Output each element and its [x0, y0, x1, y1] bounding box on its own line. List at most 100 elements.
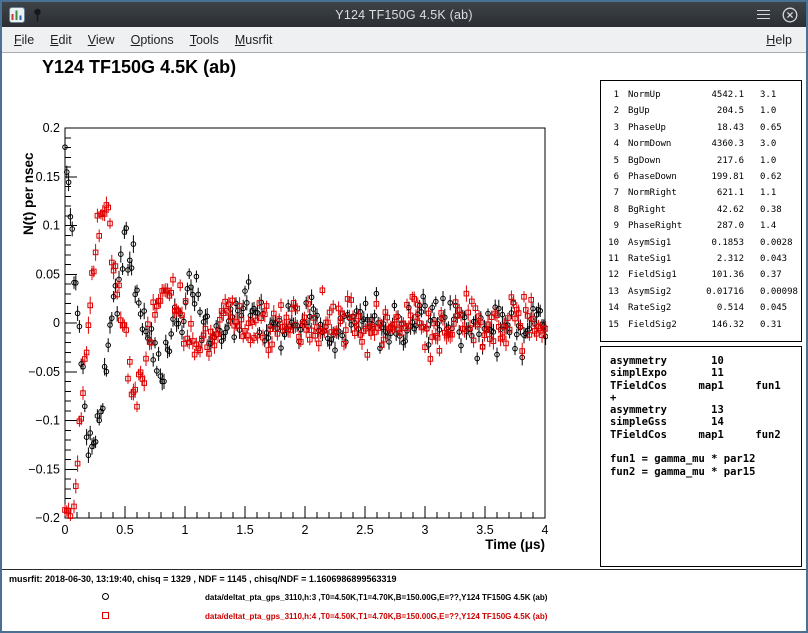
titlebar-left: [9, 2, 43, 27]
theory-line: asymmetry 10: [610, 355, 801, 367]
pin-icon[interactable]: [32, 8, 43, 22]
app-icon: [9, 7, 25, 23]
parameter-number: 14: [605, 300, 619, 316]
parameter-number: 8: [605, 202, 619, 218]
svg-text:4: 4: [542, 523, 549, 537]
svg-text:−0.15: −0.15: [28, 462, 60, 476]
parameter-number: 7: [605, 185, 619, 201]
fit-status: musrfit: 2018-06-30, 13:19:40, chisq = 1…: [9, 574, 396, 584]
parameter-row: 11 RateSig1 2.312 0.043: [605, 251, 801, 267]
parameter-row: 14 RateSig2 0.514 0.045: [605, 300, 801, 316]
parameter-error: 0.00098: [760, 284, 798, 300]
parameter-row: 1 NormUp 4542.1 3.1: [605, 87, 801, 103]
parameter-name: AsymSig1: [628, 235, 690, 251]
parameter-error: 3.1: [760, 87, 776, 103]
parameter-number: 6: [605, 169, 619, 185]
parameter-value: 204.5: [690, 103, 744, 119]
close-button[interactable]: [782, 7, 798, 23]
theory-line: TFieldCos map1 fun2: [610, 429, 801, 441]
parameter-name: FieldSig1: [628, 267, 690, 283]
parameter-error: 1.1: [760, 185, 776, 201]
svg-text:0.15: 0.15: [36, 170, 60, 184]
parameter-value: 0.514: [690, 300, 744, 316]
parameter-row: 8 BgRight 42.62 0.38: [605, 202, 801, 218]
parameter-row: 3 PhaseUp 18.43 0.65: [605, 120, 801, 136]
svg-text:−0.05: −0.05: [28, 365, 60, 379]
svg-text:−0.1: −0.1: [35, 414, 60, 428]
menu-item[interactable]: Musrfit: [227, 29, 281, 51]
parameter-value: 0.1853: [690, 235, 744, 251]
svg-text:0: 0: [53, 316, 60, 330]
legend-marker-square: [102, 612, 109, 619]
theory-line: simpleGss 14: [610, 416, 801, 428]
parameter-name: AsymSig2: [628, 284, 690, 300]
parameter-value: 621.1: [690, 185, 744, 201]
theory-line: simplExpo 11: [610, 367, 801, 379]
parameter-value: 146.32: [690, 317, 744, 333]
theory-line: TFieldCos map1 fun1: [610, 380, 801, 392]
parameter-row: 10 AsymSig1 0.1853 0.0028: [605, 235, 801, 251]
menu-item[interactable]: Tools: [182, 29, 227, 51]
parameter-value: 42.62: [690, 202, 744, 218]
parameter-name: NormUp: [628, 87, 690, 103]
legend-item: data/deltat_pta_gps_3110,h:3 ,T0=4.50K,T…: [2, 589, 806, 605]
svg-text:3: 3: [422, 523, 429, 537]
theory-line: +: [610, 392, 801, 404]
legend-marker-circle: [102, 593, 109, 600]
parameter-name: BgUp: [628, 103, 690, 119]
parameter-row: 9 PhaseRight 287.0 1.4: [605, 218, 801, 234]
svg-text:0.05: 0.05: [36, 267, 60, 281]
parameter-number: 10: [605, 235, 619, 251]
titlebar-menu-icon[interactable]: [757, 10, 770, 20]
svg-text:−0.2: −0.2: [35, 511, 60, 525]
parameter-number: 1: [605, 87, 619, 103]
parameter-number: 13: [605, 284, 619, 300]
svg-text:3.5: 3.5: [476, 523, 493, 537]
parameter-number: 4: [605, 136, 619, 152]
parameter-name: NormDown: [628, 136, 690, 152]
parameter-value: 2.312: [690, 251, 744, 267]
titlebar-right: [757, 2, 798, 27]
menu-item-help[interactable]: Help: [758, 29, 800, 51]
parameter-name: PhaseUp: [628, 120, 690, 136]
menubar: File Edit View Options Tools Musrfit Hel…: [2, 27, 806, 53]
svg-text:Time (μs): Time (μs): [485, 537, 545, 552]
parameter-value: 0.01716: [690, 284, 744, 300]
parameter-number: 12: [605, 267, 619, 283]
parameter-name: FieldSig2: [628, 317, 690, 333]
parameter-error: 1.0: [760, 103, 776, 119]
titlebar[interactable]: Y124 TF150G 4.5K (ab): [2, 2, 806, 27]
parameter-number: 5: [605, 153, 619, 169]
parameter-error: 1.4: [760, 218, 776, 234]
legend-label: data/deltat_pta_gps_3110,h:3 ,T0=4.50K,T…: [205, 593, 547, 602]
parameter-value: 217.6: [690, 153, 744, 169]
parameter-box: 1 NormUp 4542.1 3.1 2 BgUp 204.5 1.0 3 P…: [600, 80, 802, 342]
parameter-error: 0.0028: [760, 235, 793, 251]
svg-text:0: 0: [62, 523, 69, 537]
menu-item[interactable]: File: [6, 29, 42, 51]
theory-line: fun1 = gamma_mu * par12: [610, 453, 801, 465]
parameter-row: 2 BgUp 204.5 1.0: [605, 103, 801, 119]
parameter-error: 0.37: [760, 267, 782, 283]
parameter-error: 3.0: [760, 136, 776, 152]
canvas-area: Y124 TF150G 4.5K (ab) 00.511.522.533.54−…: [2, 53, 806, 631]
theory-box: asymmetry 10 simplExpo 11 TFieldCos map1…: [600, 346, 802, 567]
parameter-value: 199.81: [690, 169, 744, 185]
legend-label: data/deltat_pta_gps_3110,h:4 ,T0=4.50K,T…: [205, 612, 547, 621]
parameter-error: 1.0: [760, 153, 776, 169]
parameter-number: 15: [605, 317, 619, 333]
menu-item[interactable]: Options: [123, 29, 182, 51]
svg-text:N(t) per nsec: N(t) per nsec: [21, 152, 36, 235]
parameter-name: PhaseDown: [628, 169, 690, 185]
menu-item[interactable]: View: [80, 29, 123, 51]
theory-line: asymmetry 13: [610, 404, 801, 416]
parameter-value: 287.0: [690, 218, 744, 234]
svg-text:0.5: 0.5: [116, 523, 133, 537]
parameter-number: 2: [605, 103, 619, 119]
plot[interactable]: 00.511.522.533.54−0.2−0.15−0.1−0.0500.05…: [2, 53, 602, 573]
menu-item[interactable]: Edit: [42, 29, 80, 51]
menu-items: File Edit View Options Tools Musrfit: [6, 27, 280, 52]
theory-line: fun2 = gamma_mu * par15: [610, 466, 801, 478]
parameter-row: 15 FieldSig2 146.32 0.31: [605, 317, 801, 333]
theory-line: [610, 441, 801, 453]
